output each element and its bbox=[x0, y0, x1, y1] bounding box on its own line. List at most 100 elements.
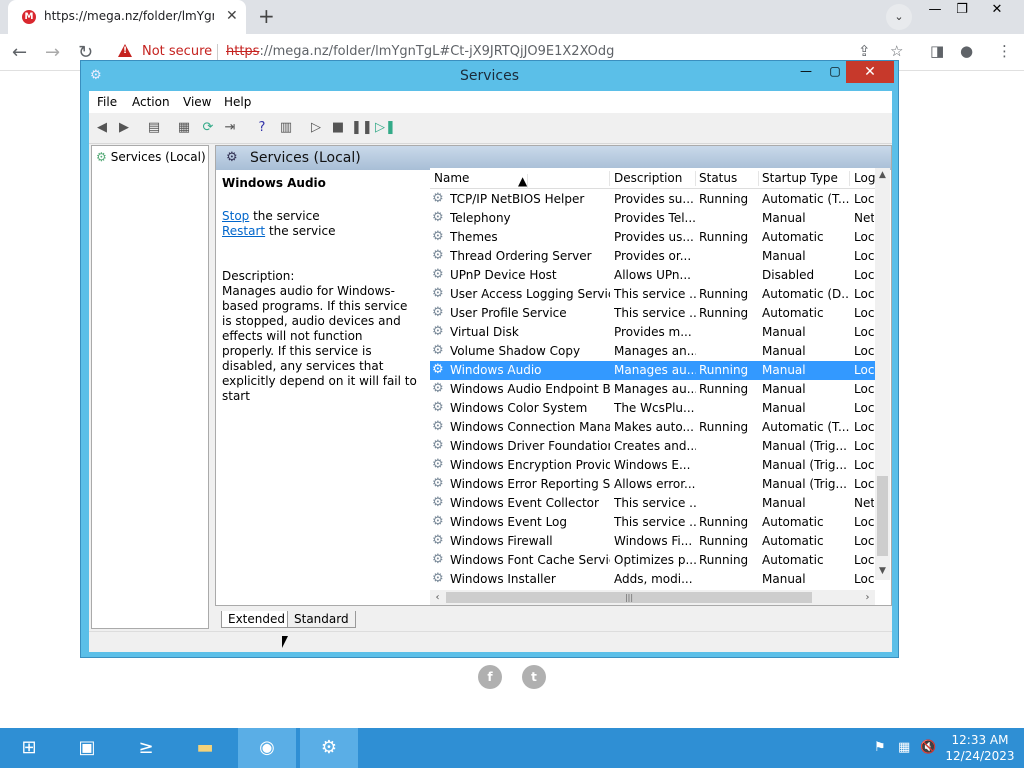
table-row[interactable]: ⚙ Thread Ordering Server Provides or... Man… bbox=[430, 247, 875, 266]
table-row[interactable]: ⚙ Windows Event Collector This service ...… bbox=[430, 494, 875, 513]
service-gear-icon: ⚙ bbox=[432, 476, 444, 491]
table-row[interactable]: ⚙ Windows Color System The WcsPlu... Manual… bbox=[430, 399, 875, 418]
table-row[interactable]: ⚙ Windows Event Log This service ... Runnin… bbox=[430, 513, 875, 532]
cell-desc: The WcsPlu... bbox=[614, 401, 695, 415]
stop-service-icon[interactable]: ■ bbox=[329, 119, 347, 137]
new-tab-icon[interactable]: + bbox=[258, 4, 275, 28]
horizontal-scrollbar[interactable]: ‹ ||| › bbox=[430, 590, 875, 605]
chevron-down-icon[interactable]: ⌄ bbox=[886, 4, 912, 30]
forward-icon[interactable]: → bbox=[45, 42, 60, 63]
table-row[interactable]: ⚙ Virtual Disk Provides m... Manual Loc bbox=[430, 323, 875, 342]
twitter-icon[interactable]: t bbox=[522, 665, 546, 689]
url-text[interactable]: https://mega.nz/folder/lmYgnTgL#Ct-jX9JR… bbox=[226, 44, 614, 59]
scroll-up-icon[interactable]: ▲ bbox=[875, 170, 890, 180]
cell-startup: Manual bbox=[762, 249, 806, 263]
powershell-icon[interactable]: ≥ bbox=[117, 728, 175, 768]
table-row[interactable]: ⚙ Telephony Provides Tel... Manual Net bbox=[430, 209, 875, 228]
properties-icon[interactable]: ▦ bbox=[175, 119, 193, 137]
star-icon[interactable]: ☆ bbox=[890, 42, 903, 60]
table-row[interactable]: ⚙ Windows Audio Manages au... Running Manual… bbox=[430, 361, 875, 380]
share-icon[interactable]: ⇪ bbox=[858, 42, 871, 60]
table-row[interactable]: ⚙ Volume Shadow Copy Manages an... Manual Lo… bbox=[430, 342, 875, 361]
tree-item-services-local[interactable]: ⚙ Services (Local) bbox=[96, 150, 206, 164]
table-row[interactable]: ⚙ Windows Firewall Windows Fi... Running Aut… bbox=[430, 532, 875, 551]
service-gear-icon: ⚙ bbox=[432, 324, 444, 339]
volume-muted-icon[interactable]: 🔇 bbox=[920, 740, 936, 755]
facebook-icon[interactable]: f bbox=[478, 665, 502, 689]
table-row[interactable]: ⚙ Windows Encryption Provid... Windows E..… bbox=[430, 456, 875, 475]
table-row[interactable]: ⚙ TCP/IP NetBIOS Helper Provides su... Runn… bbox=[430, 190, 875, 209]
clock[interactable]: 12:33 AM 12/24/2023 bbox=[940, 732, 1020, 764]
minimize-icon[interactable]: — bbox=[796, 63, 816, 81]
cell-log: Net bbox=[854, 211, 874, 225]
scroll-right-icon[interactable]: › bbox=[860, 590, 875, 605]
table-row[interactable]: ⚙ Windows Audio Endpoint B... Manages au..… bbox=[430, 380, 875, 399]
browser-tab[interactable]: M https://mega.nz/folder/lmYgnTgL ✕ bbox=[8, 0, 246, 34]
minimize-browser-icon[interactable]: — bbox=[920, 0, 950, 22]
cell-startup: Automatic (D... bbox=[762, 287, 850, 301]
cell-log: Loc bbox=[854, 344, 874, 358]
menu-action[interactable]: Action bbox=[132, 95, 170, 109]
cell-startup: Manual bbox=[762, 344, 806, 358]
table-row[interactable]: ⚙ UPnP Device Host Allows UPn... Disabled Lo… bbox=[430, 266, 875, 285]
table-row[interactable]: ⚙ Windows Connection Mana... Makes auto...… bbox=[430, 418, 875, 437]
close-window-icon[interactable]: ✕ bbox=[846, 61, 894, 83]
service-gear-icon: ⚙ bbox=[432, 533, 444, 548]
table-row[interactable]: ⚙ Windows Font Cache Service Optimizes p..… bbox=[430, 551, 875, 570]
table-row[interactable]: ⚙ User Access Logging Service This service… bbox=[430, 285, 875, 304]
cell-startup: Manual bbox=[762, 401, 806, 415]
file-explorer-icon[interactable]: ▬ bbox=[176, 728, 234, 768]
horizontal-scroll-thumb[interactable]: ||| bbox=[446, 592, 812, 603]
maximize-icon[interactable]: ▢ bbox=[825, 63, 845, 81]
column-header-name[interactable]: Name ▲ bbox=[434, 171, 610, 189]
close-tab-icon[interactable]: ✕ bbox=[226, 8, 238, 24]
restart-service-icon[interactable]: ▷❚ bbox=[375, 119, 396, 137]
column-header-status[interactable]: Status bbox=[699, 171, 759, 186]
profile-icon[interactable]: ● bbox=[960, 42, 973, 60]
export-list-icon[interactable]: ⇥ bbox=[221, 119, 239, 137]
server-manager-icon[interactable]: ▣ bbox=[58, 728, 116, 768]
menu-file[interactable]: File bbox=[97, 95, 117, 109]
forward-arrow-icon[interactable]: ▶ bbox=[115, 119, 133, 137]
close-browser-icon[interactable]: ✕ bbox=[982, 0, 1012, 22]
scroll-down-icon[interactable]: ▼ bbox=[875, 566, 890, 576]
scroll-left-icon[interactable]: ‹ bbox=[430, 590, 445, 605]
table-row[interactable]: ⚙ Windows Driver Foundation... Creates and… bbox=[430, 437, 875, 456]
flag-icon[interactable]: ⚑ bbox=[874, 740, 886, 755]
vertical-scroll-thumb[interactable] bbox=[877, 476, 888, 556]
stop-service-link[interactable]: Stop bbox=[222, 209, 249, 223]
table-row[interactable]: ⚙ User Profile Service This service ... Run… bbox=[430, 304, 875, 323]
not-secure-label[interactable]: Not secure bbox=[142, 44, 212, 59]
menu-help[interactable]: Help bbox=[224, 95, 251, 109]
pause-service-icon[interactable]: ❚❚ bbox=[351, 119, 373, 137]
sidepanel-icon[interactable]: ◨ bbox=[930, 42, 944, 60]
restart-service-link[interactable]: Restart bbox=[222, 224, 265, 238]
table-row[interactable]: ⚙ Themes Provides us... Running Automatic Loc bbox=[430, 228, 875, 247]
network-icon[interactable]: ▦ bbox=[898, 740, 910, 755]
table-row[interactable]: ⚙ Windows Installer Adds, modi... Manual Loc bbox=[430, 570, 875, 589]
menu-icon[interactable]: ⋮ bbox=[997, 42, 1012, 60]
column-header-description[interactable]: Description bbox=[614, 171, 696, 186]
services-taskbar-icon[interactable]: ⚙ bbox=[300, 728, 358, 768]
chrome-icon[interactable]: ◉ bbox=[238, 728, 296, 768]
start-service-icon[interactable]: ▷ bbox=[307, 119, 325, 137]
cell-desc: This service ... bbox=[614, 515, 696, 529]
column-header-log-on-as[interactable]: Log bbox=[854, 171, 876, 186]
tab-extended[interactable]: Extended bbox=[221, 611, 292, 628]
help-icon[interactable]: ? bbox=[253, 119, 271, 137]
menu-view[interactable]: View bbox=[183, 95, 211, 109]
show-console-tree-icon[interactable]: ▤ bbox=[145, 119, 163, 137]
show-hide-pane-icon[interactable]: ▥ bbox=[277, 119, 295, 137]
column-header-startup-type[interactable]: Startup Type bbox=[762, 171, 850, 186]
back-icon[interactable]: ← bbox=[12, 42, 27, 63]
tab-standard[interactable]: Standard bbox=[287, 611, 356, 628]
cell-log: Loc bbox=[854, 572, 874, 586]
restore-browser-icon[interactable]: ❐ bbox=[947, 0, 977, 22]
refresh-icon[interactable]: ⟳ bbox=[199, 119, 217, 137]
vertical-scrollbar[interactable]: ▲ ▼ bbox=[875, 168, 890, 580]
start-button-icon[interactable]: ⊞ bbox=[0, 728, 58, 768]
cell-log: Loc bbox=[854, 553, 874, 567]
back-arrow-icon[interactable]: ◀ bbox=[93, 119, 111, 137]
table-row[interactable]: ⚙ Windows Error Reporting Se... Allows err… bbox=[430, 475, 875, 494]
mega-favicon-icon: M bbox=[22, 10, 36, 24]
